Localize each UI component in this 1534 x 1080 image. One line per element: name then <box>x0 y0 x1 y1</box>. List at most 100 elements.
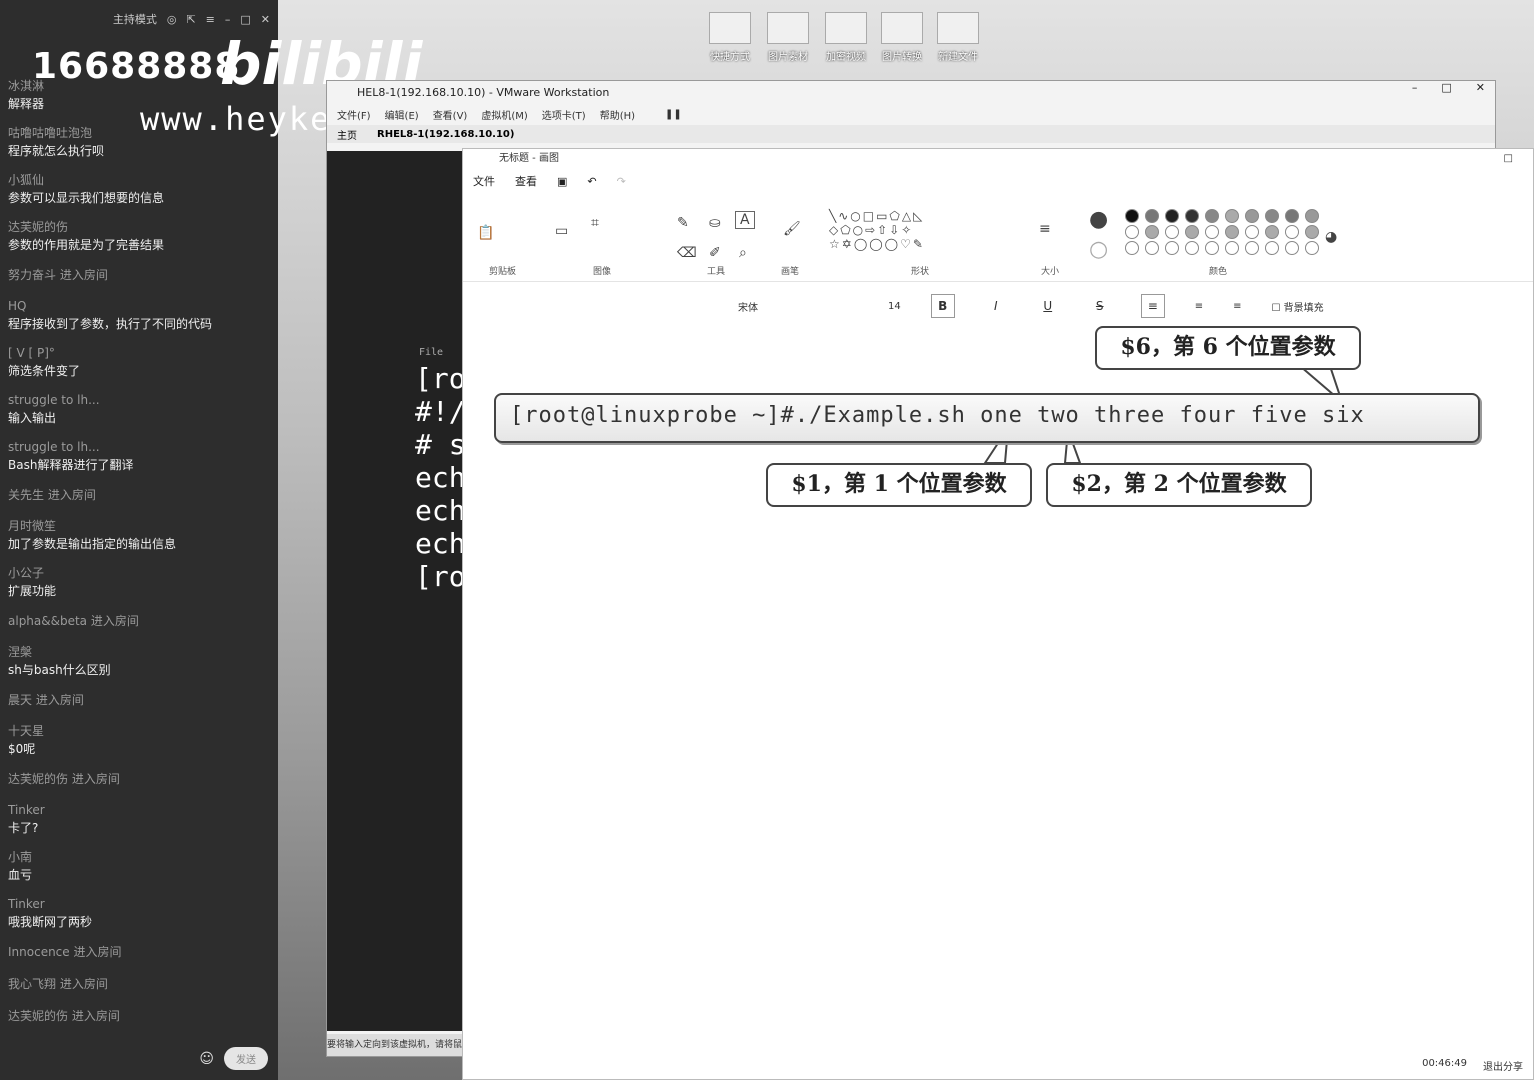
color-swatch[interactable] <box>1165 241 1179 255</box>
chat-username[interactable]: Tinker <box>8 802 270 819</box>
color-swatch[interactable] <box>1305 209 1319 223</box>
paint-menu-view[interactable]: 查看 <box>515 173 537 189</box>
maximize-icon[interactable]: □ <box>1441 81 1451 94</box>
chat-username[interactable]: 达芙妮的伤 <box>8 219 270 236</box>
color-swatch[interactable] <box>1285 209 1299 223</box>
color-swatch[interactable] <box>1205 225 1219 239</box>
color-swatch[interactable] <box>1225 225 1239 239</box>
minimize-icon[interactable]: – <box>1412 81 1418 94</box>
color-swatch[interactable] <box>1145 241 1159 255</box>
chat-username[interactable]: HQ <box>8 298 270 315</box>
color-swatch[interactable] <box>1285 225 1299 239</box>
chat-username[interactable]: struggle to lh... <box>8 392 270 409</box>
color-swatch[interactable] <box>1225 209 1239 223</box>
color-swatch[interactable] <box>1265 225 1279 239</box>
emoji-icon[interactable]: ☺ <box>199 1051 214 1067</box>
menu-vm[interactable]: 虚拟机(M) <box>481 107 527 122</box>
paint-menu-file[interactable]: 文件 <box>473 173 495 189</box>
tab-rhel8[interactable]: RHEL8-1(192.168.10.10) <box>377 129 514 140</box>
font-size-select[interactable]: 14 <box>888 301 901 312</box>
menu-edit[interactable]: 编辑(E) <box>385 107 419 122</box>
underline-button[interactable]: U <box>1037 295 1059 317</box>
chat-username[interactable]: 小狐仙 <box>8 172 270 189</box>
text-tool-icon[interactable]: A <box>735 211 755 229</box>
minimize-icon[interactable]: – <box>225 13 231 26</box>
color-swatch[interactable] <box>1225 241 1239 255</box>
color-swatch[interactable] <box>1305 241 1319 255</box>
paste-icon[interactable]: 📋 <box>477 225 494 241</box>
chat-username[interactable]: struggle to lh... <box>8 439 270 456</box>
color-swatch[interactable] <box>1125 241 1139 255</box>
tab-home[interactable]: 主页 <box>337 127 357 142</box>
color-swatch[interactable] <box>1145 209 1159 223</box>
color-swatch[interactable] <box>1245 241 1259 255</box>
color-swatch[interactable] <box>1245 225 1259 239</box>
shapes-gallery-icon[interactable]: ╲∿○□▭⬠△◺ ◇⬠○⇨⇧⇩✧ ☆✡◯◯◯♡✎ <box>829 209 925 251</box>
fill-bg-checkbox[interactable]: ☐ 背景填充 <box>1272 299 1324 314</box>
settings-icon[interactable]: ◎ <box>167 13 177 26</box>
color-swatch[interactable] <box>1125 209 1139 223</box>
pencil-icon[interactable]: ✎ <box>677 215 689 231</box>
chat-username[interactable]: 小南 <box>8 849 270 866</box>
maximize-icon[interactable]: □ <box>1504 149 1513 169</box>
send-button[interactable]: 发送 <box>224 1047 268 1070</box>
align-right-button[interactable]: ≡ <box>1233 301 1241 312</box>
undo-icon[interactable]: ↶ <box>587 175 596 188</box>
close-icon[interactable]: ✕ <box>1476 81 1485 94</box>
color-swatch[interactable] <box>1285 241 1299 255</box>
chat-username[interactable]: [ V [ P]° <box>8 345 270 362</box>
color-swatch[interactable] <box>1265 241 1279 255</box>
chat-username[interactable]: 小公子 <box>8 565 270 582</box>
color1-icon[interactable]: ● <box>1089 207 1108 232</box>
size-icon[interactable]: ≡ <box>1039 221 1051 237</box>
strike-button[interactable]: S <box>1089 295 1111 317</box>
color-swatch[interactable] <box>1245 209 1259 223</box>
eraser-icon[interactable]: ⌫ <box>677 245 697 261</box>
desktop-shortcut-4[interactable]: 图片转换 <box>874 12 930 63</box>
menu-file[interactable]: 文件(F) <box>337 107 371 122</box>
bold-button[interactable]: B <box>930 294 955 318</box>
save-icon[interactable]: ▣ <box>557 175 567 188</box>
menu-view[interactable]: 查看(V) <box>433 107 468 122</box>
edit-colors-icon[interactable]: ◕ <box>1325 229 1337 245</box>
fill-icon[interactable]: ⛀ <box>709 215 721 231</box>
chat-username[interactable]: 涅槃 <box>8 644 270 661</box>
select-icon[interactable]: ▭ <box>555 223 568 239</box>
desktop-shortcut-5[interactable]: 新建文件 <box>930 12 986 63</box>
menu-help[interactable]: 帮助(H) <box>600 107 635 122</box>
desktop-shortcut-3[interactable]: 加密视频 <box>818 12 874 63</box>
chat-username[interactable]: Tinker <box>8 896 270 913</box>
redo-icon[interactable]: ↷ <box>617 175 626 188</box>
desktop-shortcut-2[interactable]: 图片素材 <box>760 12 816 63</box>
menu-icon[interactable]: ≡ <box>206 13 215 26</box>
color-picker-icon[interactable]: ✐ <box>709 245 721 261</box>
color-swatch[interactable] <box>1265 209 1279 223</box>
popout-icon[interactable]: ⇱ <box>186 13 195 26</box>
color2-icon[interactable]: ○ <box>1089 237 1108 262</box>
crop-icon[interactable]: ⌗ <box>591 215 599 231</box>
close-icon[interactable]: ✕ <box>261 13 270 26</box>
brush-icon[interactable]: 🖌 <box>783 221 801 237</box>
align-center-button[interactable]: ≡ <box>1195 301 1203 312</box>
color-swatch[interactable] <box>1165 225 1179 239</box>
magnifier-icon[interactable]: ⌕ <box>739 245 747 261</box>
color-swatch[interactable] <box>1165 209 1179 223</box>
color-swatch[interactable] <box>1145 225 1159 239</box>
italic-button[interactable]: I <box>985 295 1007 317</box>
menu-tabs[interactable]: 选项卡(T) <box>542 107 586 122</box>
align-left-button[interactable]: ≡ <box>1140 294 1165 318</box>
color-palette[interactable] <box>1125 209 1323 255</box>
color-swatch[interactable] <box>1185 241 1199 255</box>
maximize-icon[interactable]: □ <box>240 13 250 26</box>
desktop-shortcut-1[interactable]: 快捷方式 <box>702 12 758 63</box>
color-swatch[interactable] <box>1125 225 1139 239</box>
vm-terminal[interactable]: File [ro #!/# s ech ech ech [ro <box>327 151 462 1031</box>
color-swatch[interactable] <box>1185 225 1199 239</box>
pause-icon[interactable]: ❚❚ <box>665 109 682 120</box>
exit-share-button[interactable]: 退出分享 <box>1483 1058 1523 1073</box>
font-name-select[interactable]: 宋体 <box>738 299 858 314</box>
chat-username[interactable]: 月时微笙 <box>8 518 270 535</box>
chat-username[interactable]: 十天星 <box>8 723 270 740</box>
color-swatch[interactable] <box>1185 209 1199 223</box>
color-swatch[interactable] <box>1205 209 1219 223</box>
